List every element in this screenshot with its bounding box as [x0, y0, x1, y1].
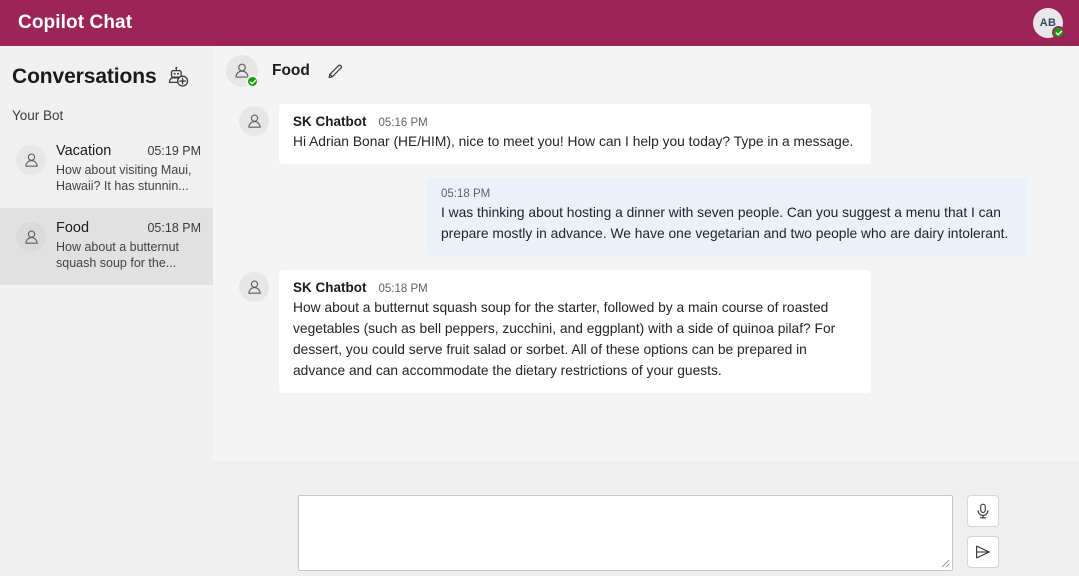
conversation-avatar [16, 145, 46, 175]
conversation-row-top: Food 05:18 PM [56, 220, 201, 236]
conversation-time: 05:18 PM [147, 221, 201, 235]
message-avatar [239, 106, 269, 136]
send-icon [976, 545, 990, 559]
send-button[interactable] [967, 536, 999, 568]
message-timestamp: 05:18 PM [441, 188, 491, 200]
message-meta: SK Chatbot 05:16 PM [293, 114, 857, 129]
sidebar-header: Conversations [0, 46, 213, 96]
message-timestamp: 05:18 PM [378, 283, 428, 295]
presence-available-icon [246, 75, 259, 88]
message-timestamp: 05:16 PM [378, 117, 428, 129]
message-list: SK Chatbot 05:16 PM Hi Adrian Bonar (HE/… [213, 96, 1079, 461]
body-split: Conversations Your Bot Vacation 05:19 PM… [0, 46, 1079, 576]
message-meta: SK Chatbot 05:18 PM [293, 280, 857, 295]
app-window: Copilot Chat AB Conversations Your Bot V… [0, 0, 1079, 576]
chat-header: Food [213, 46, 1079, 96]
conversation-avatar [16, 222, 46, 252]
person-icon [247, 280, 261, 294]
conversation-item-food[interactable]: Food 05:18 PM How about a butternut squa… [0, 208, 213, 285]
sidebar-section-label: Your Bot [12, 108, 64, 123]
chat-title: Food [272, 62, 310, 79]
message-bubble: 05:18 PM I was thinking about hosting a … [427, 178, 1027, 256]
sidebar-title: Conversations [12, 65, 157, 88]
person-icon [24, 153, 38, 167]
presence-available-icon [1052, 26, 1065, 39]
message-meta: 05:18 PM [441, 188, 1013, 200]
message-text: How about a butternut squash soup for th… [293, 300, 836, 378]
message-sender: SK Chatbot [293, 280, 367, 295]
message-bubble: SK Chatbot 05:16 PM Hi Adrian Bonar (HE/… [279, 104, 871, 164]
person-icon [247, 114, 261, 128]
conversation-name: Vacation [56, 143, 112, 159]
composer-input-wrap [298, 495, 953, 571]
new-bot-button[interactable] [165, 64, 191, 90]
conversation-texts: Food 05:18 PM How about a butternut squa… [56, 220, 201, 271]
message-text: I was thinking about hosting a dinner wi… [441, 205, 1009, 241]
message-row-user: 05:18 PM I was thinking about hosting a … [213, 178, 1079, 256]
conversation-list: Vacation 05:19 PM How about visiting Mau… [0, 131, 213, 285]
pencil-icon [328, 64, 343, 78]
microphone-button[interactable] [967, 495, 999, 527]
conversation-row-top: Vacation 05:19 PM [56, 143, 201, 159]
conversation-time: 05:19 PM [147, 144, 201, 158]
chat-bot-avatar [226, 55, 259, 88]
message-row-bot: SK Chatbot 05:16 PM Hi Adrian Bonar (HE/… [213, 104, 1079, 164]
conversations-sidebar: Conversations Your Bot Vacation 05:19 PM… [0, 46, 213, 576]
conversation-texts: Vacation 05:19 PM How about visiting Mau… [56, 143, 201, 194]
conversation-item-vacation[interactable]: Vacation 05:19 PM How about visiting Mau… [0, 131, 213, 208]
user-avatar[interactable]: AB [1033, 8, 1065, 39]
chat-panel: Food SK Chatbot 05:16 PM Hi Adrian Bonar… [213, 46, 1079, 461]
message-sender: SK Chatbot [293, 114, 367, 129]
microphone-icon [977, 503, 989, 519]
message-text: Hi Adrian Bonar (HE/HIM), nice to meet y… [293, 134, 854, 149]
message-avatar [239, 272, 269, 302]
message-input[interactable] [298, 495, 953, 571]
conversation-name: Food [56, 220, 90, 236]
robot-add-icon [168, 66, 189, 87]
app-header: Copilot Chat AB [0, 0, 1079, 46]
composer [213, 461, 1079, 576]
conversation-preview: How about visiting Maui, Hawaii? It has … [56, 163, 192, 193]
rename-conversation-button[interactable] [324, 59, 348, 83]
chat-main: Food SK Chatbot 05:16 PM Hi Adrian Bonar… [213, 46, 1079, 576]
message-row-bot: SK Chatbot 05:18 PM How about a butternu… [213, 270, 1079, 393]
app-title: Copilot Chat [18, 12, 133, 33]
composer-buttons [967, 495, 999, 568]
message-bubble: SK Chatbot 05:18 PM How about a butternu… [279, 270, 871, 393]
conversation-preview: How about a butternut squash soup for th… [56, 240, 179, 270]
person-icon [24, 230, 38, 244]
